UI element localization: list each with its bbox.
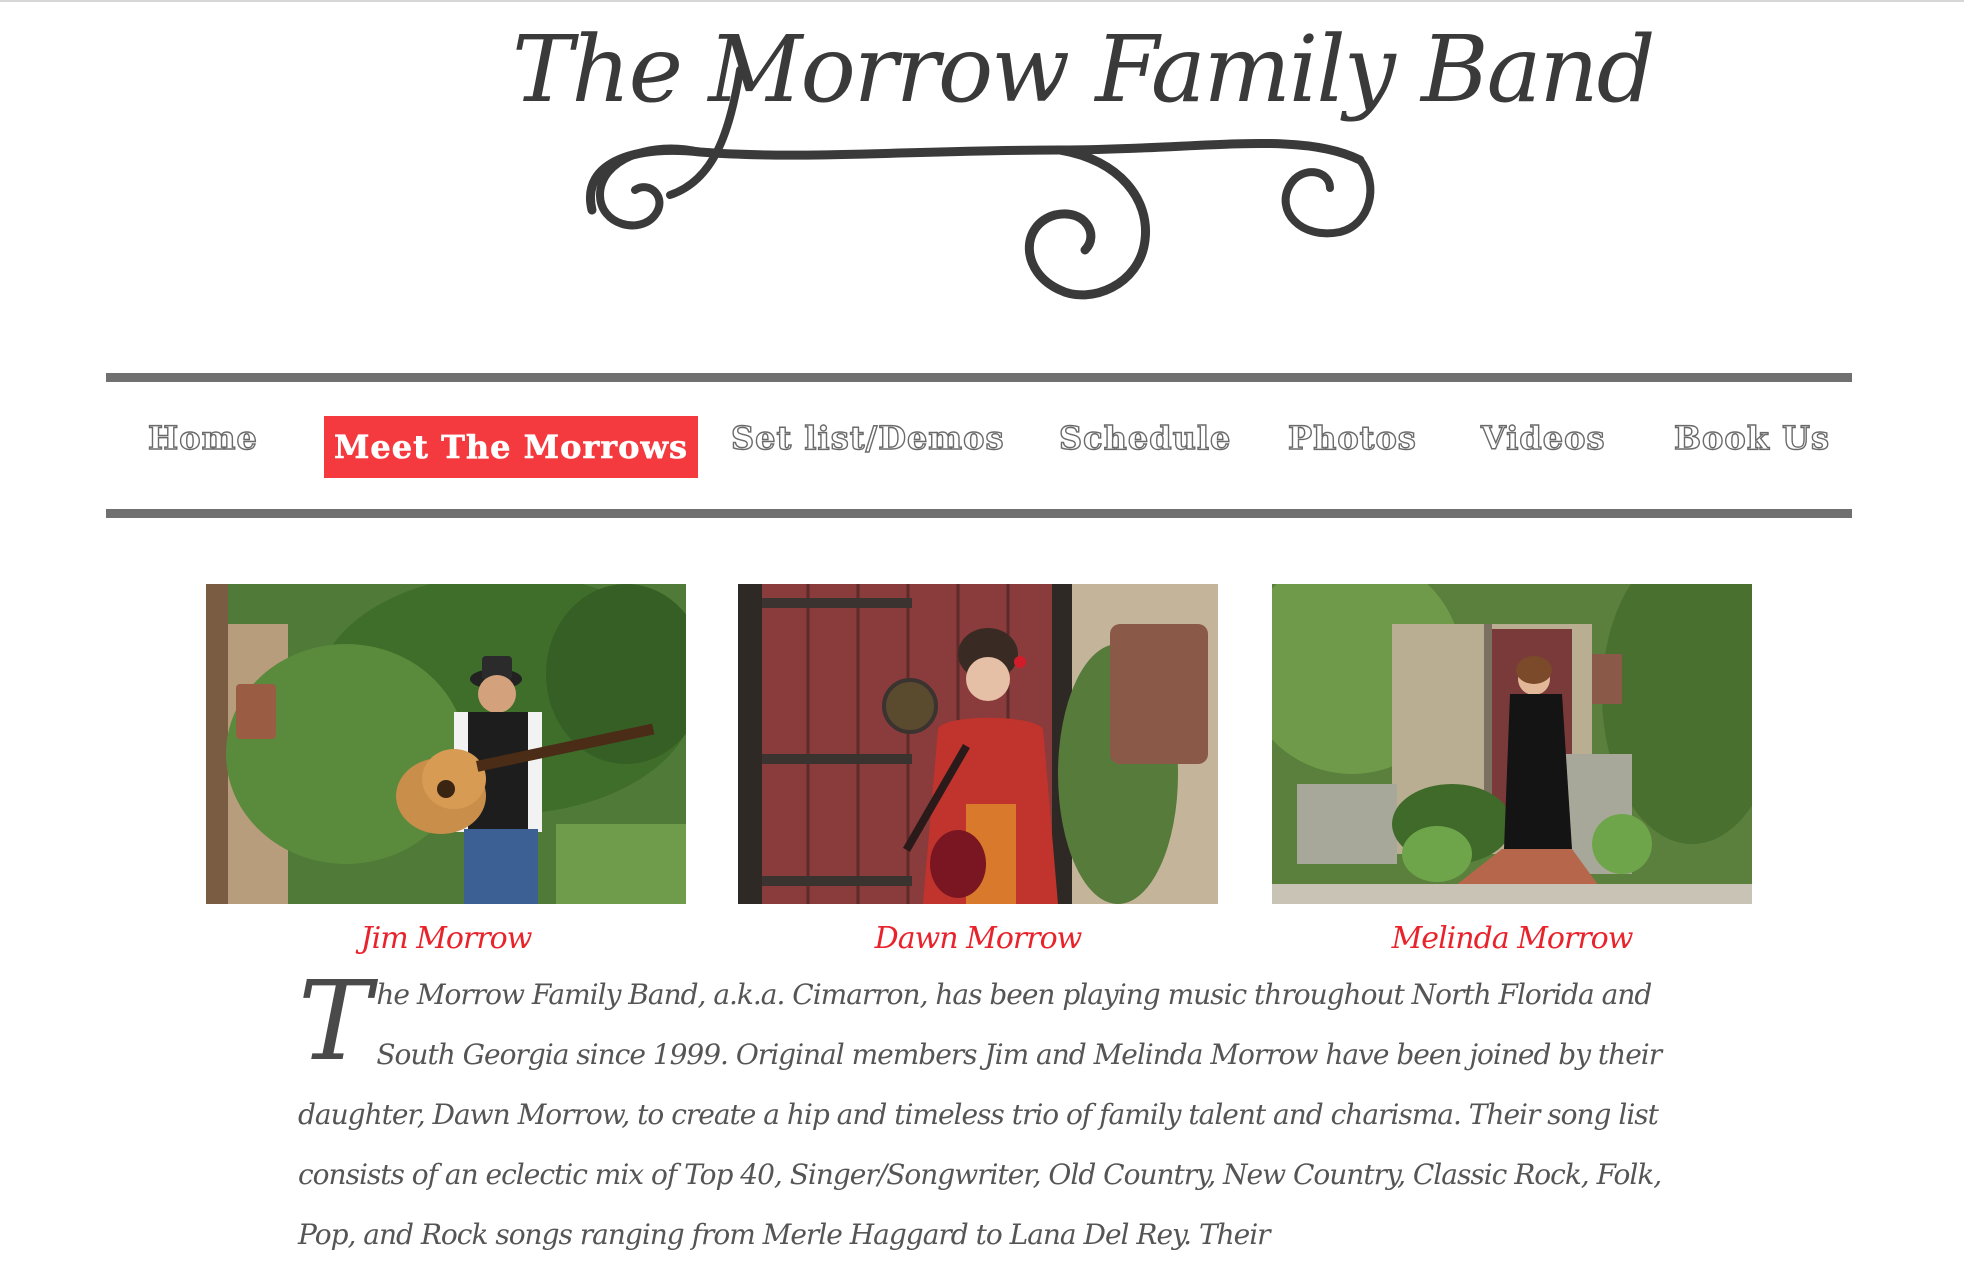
nav-bottom-rule xyxy=(106,509,1852,518)
nav-home[interactable]: Home xyxy=(147,382,258,509)
intro-paragraph: T he Morrow Family Band, a.k.a. Cimarron… xyxy=(298,965,1678,1265)
photo-jim-morrow[interactable] xyxy=(206,584,686,904)
nav-videos[interactable]: Videos xyxy=(1480,382,1606,509)
site-logo[interactable]: The Morrow Family Band xyxy=(500,10,1656,310)
caption-melinda-morrow[interactable]: Melinda Morrow xyxy=(1272,914,1752,964)
photo-melinda-morrow[interactable] xyxy=(1272,584,1752,904)
photo-dawn-morrow[interactable] xyxy=(738,584,1218,904)
jim-morrow-photo-image xyxy=(206,584,686,904)
nav-top-rule xyxy=(106,373,1852,382)
nav-book-us[interactable]: Book Us xyxy=(1673,382,1830,509)
melinda-morrow-photo-image xyxy=(1272,584,1752,904)
logo-swirl-ornament xyxy=(586,66,1375,300)
nav-meet-the-morrows[interactable]: Meet The Morrows xyxy=(324,416,699,478)
main-nav: Home Meet The Morrows Set list/Demos Sch… xyxy=(106,382,1852,509)
nav-set-list-demos[interactable]: Set list/Demos xyxy=(730,382,1005,509)
nav-schedule[interactable]: Schedule xyxy=(1058,382,1231,509)
intro-dropcap: T xyxy=(298,957,371,1085)
intro-text: he Morrow Family Band, a.k.a. Cimarron, … xyxy=(298,978,1662,1251)
nav-photos[interactable]: Photos xyxy=(1287,382,1417,509)
top-border xyxy=(0,0,1964,2)
caption-dawn-morrow[interactable]: Dawn Morrow xyxy=(738,914,1218,964)
dawn-morrow-photo-image xyxy=(738,584,1218,904)
caption-jim-morrow[interactable]: Jim Morrow xyxy=(206,914,686,964)
